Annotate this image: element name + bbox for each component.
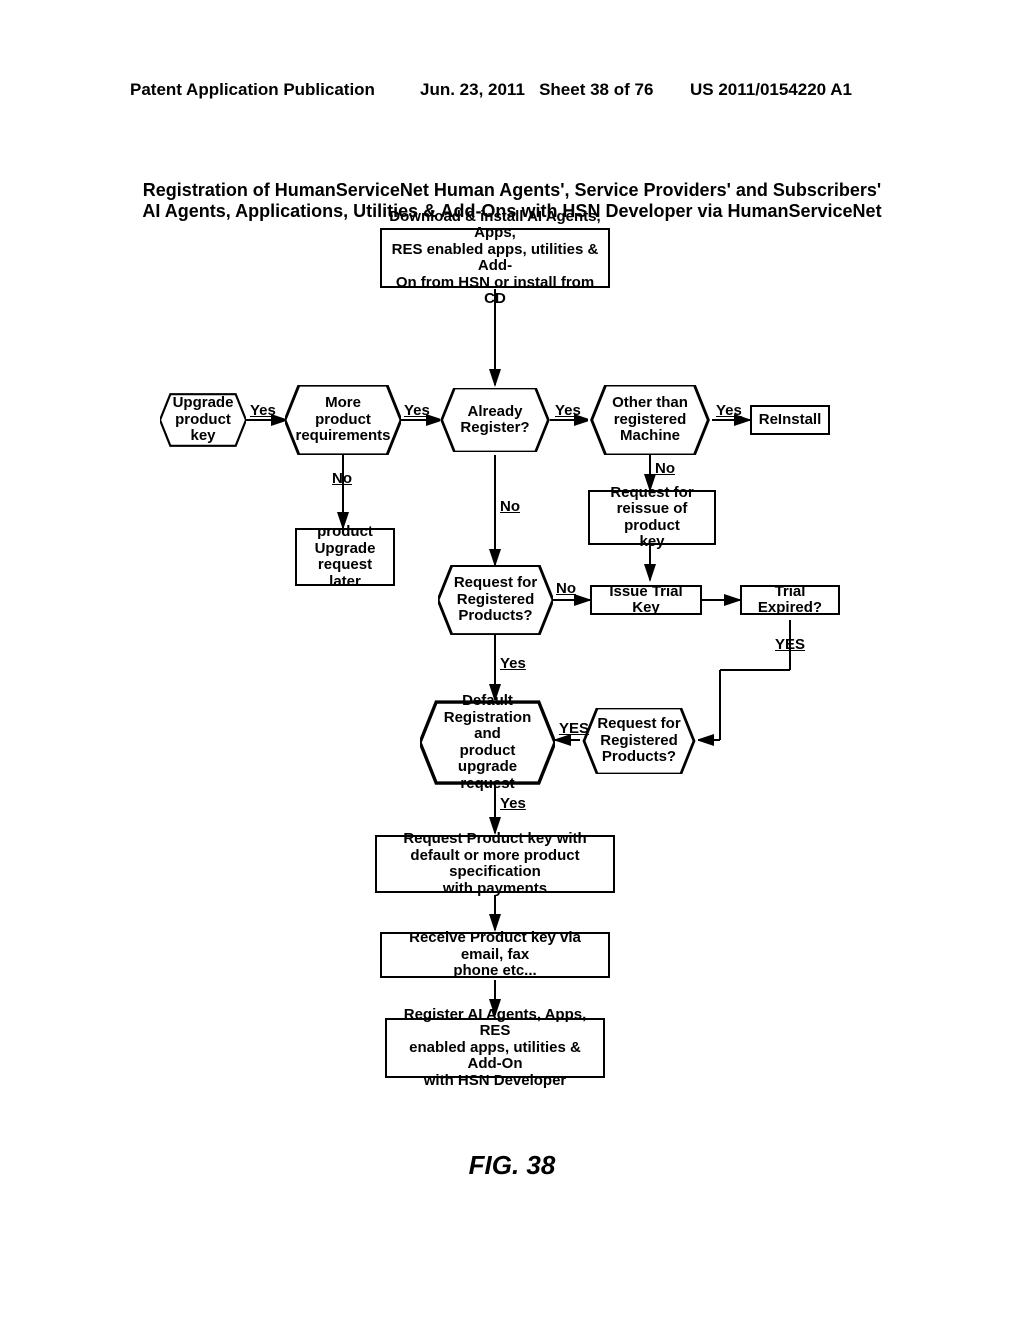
- node-other-machine: Other than registered Machine: [588, 385, 712, 455]
- node-register: Register AI Agents, Apps, RES enabled ap…: [385, 1018, 605, 1078]
- node-reinstall: ReInstall: [750, 405, 830, 435]
- node-reissue: Request for reissue of product key: [588, 490, 716, 545]
- lbl-no-4: No: [556, 580, 576, 597]
- node-issue-trial: Issue Trial Key: [590, 585, 702, 615]
- node-already-register: Already Register?: [440, 388, 550, 452]
- node-receive-key: Receive Product key via email, fax phone…: [380, 932, 610, 978]
- lbl-no-2: No: [655, 460, 675, 477]
- lbl-YES-1: YES: [775, 636, 805, 653]
- lbl-yes-3: Yes: [555, 402, 581, 419]
- lbl-yes-2: Yes: [404, 402, 430, 419]
- node-request-product-key: Request Product key with default or more…: [375, 835, 615, 893]
- lbl-no-3: No: [500, 498, 520, 515]
- node-upgrade-key: Upgrade product key: [160, 388, 246, 452]
- node-req-registered-1: Request for Registered Products?: [438, 565, 553, 635]
- lbl-no-1: No: [332, 470, 352, 487]
- node-more-req: More product requirements: [285, 385, 401, 455]
- node-default-reg: Default Registration and product upgrade…: [420, 700, 555, 785]
- node-trial-expired: Trial Expired?: [740, 585, 840, 615]
- figure-label: FIG. 38: [0, 1150, 1024, 1181]
- node-req-registered-2: Request for Registered Products?: [580, 708, 698, 774]
- node-upgrade-later: product Upgrade request later: [295, 528, 395, 586]
- lbl-yes-5: Yes: [500, 655, 526, 672]
- lbl-yes-4: Yes: [716, 402, 742, 419]
- lbl-yes-6: Yes: [500, 795, 526, 812]
- lbl-yes-1: Yes: [250, 402, 276, 419]
- node-download: Download & install AI Agents, Apps, RES …: [380, 228, 610, 288]
